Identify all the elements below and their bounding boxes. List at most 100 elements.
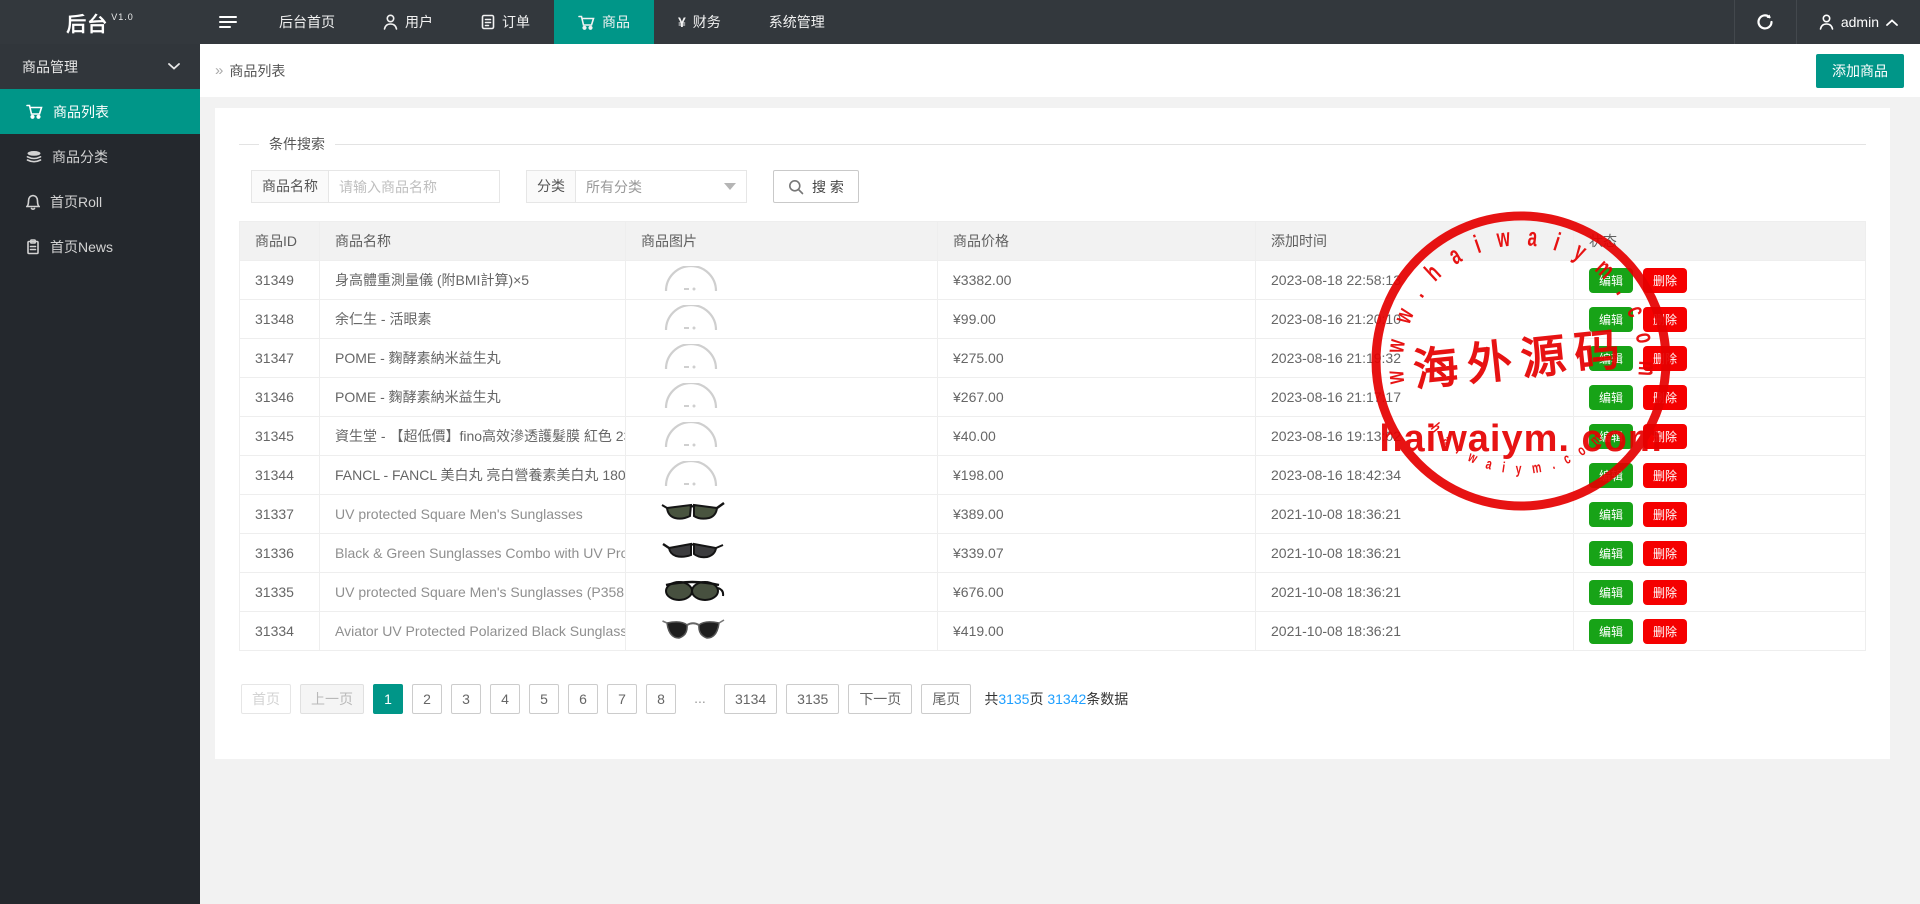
search-legend: 条件搜索 [259, 134, 335, 154]
cell-product-price: ¥198.00 [938, 456, 1256, 495]
delete-button[interactable]: 删除 [1643, 307, 1687, 332]
breadcrumb: » 商品列表 [215, 61, 285, 81]
delete-button[interactable]: 删除 [1643, 346, 1687, 371]
cell-product-price: ¥40.00 [938, 417, 1256, 456]
cell-added-time: 2023-08-16 21:19:32 [1256, 339, 1574, 378]
column-header: 商品ID [240, 222, 320, 261]
cell-actions: 编辑删除 [1574, 495, 1866, 534]
add-product-button[interactable]: 添加商品 [1816, 54, 1904, 88]
cell-product-id: 31349 [240, 261, 320, 300]
edit-button[interactable]: 编辑 [1589, 424, 1633, 449]
cell-added-time: 2021-10-08 18:36:21 [1256, 612, 1574, 651]
nav-item-label: 商品 [602, 12, 630, 32]
product-image [661, 461, 922, 489]
pagination-button-1[interactable]: 1 [373, 684, 403, 714]
chevron-up-icon [1886, 19, 1898, 26]
category-selected-value: 所有分类 [586, 177, 642, 197]
nav-item-系统管理[interactable]: 系统管理 [745, 0, 849, 44]
pagination-button-3135[interactable]: 3135 [786, 684, 839, 714]
user-icon [1819, 14, 1834, 30]
pagination-button-上一页[interactable]: 上一页 [300, 684, 364, 714]
nav-item-用户[interactable]: 用户 [359, 0, 457, 44]
pagination-button-首页[interactable]: 首页 [241, 684, 291, 714]
refresh-button[interactable] [1734, 0, 1796, 44]
delete-button[interactable]: 删除 [1643, 502, 1687, 527]
product-table: 商品ID商品名称商品图片商品价格添加时间状态 31349身高體重測量儀 (附BM… [239, 221, 1866, 651]
hamburger-icon [219, 15, 237, 29]
sidebar-collapse-button[interactable] [200, 0, 255, 44]
pagination-button-3[interactable]: 3 [451, 684, 481, 714]
product-image [661, 266, 922, 294]
edit-button[interactable]: 编辑 [1589, 463, 1633, 488]
edit-button[interactable]: 编辑 [1589, 268, 1633, 293]
pagination-summary: 共3135页 31342条数据 [984, 689, 1128, 709]
sidebar-group-product-management[interactable]: 商品管理 [0, 44, 200, 89]
edit-button[interactable]: 编辑 [1589, 619, 1633, 644]
cart-icon [578, 15, 595, 30]
product-image [661, 422, 922, 450]
cell-product-id: 31346 [240, 378, 320, 417]
nav-item-订单[interactable]: 订单 [457, 0, 554, 44]
topbar-right: admin [1734, 0, 1920, 44]
pagination-button-7[interactable]: 7 [607, 684, 637, 714]
pagination-button-6[interactable]: 6 [568, 684, 598, 714]
user-icon [383, 14, 398, 30]
edit-button[interactable]: 编辑 [1589, 502, 1633, 527]
breadcrumb-arrow-icon: » [215, 62, 223, 79]
edit-button[interactable]: 编辑 [1589, 580, 1633, 605]
delete-button[interactable]: 删除 [1643, 385, 1687, 410]
cell-added-time: 2021-10-08 18:36:21 [1256, 495, 1574, 534]
edit-button[interactable]: 编辑 [1589, 346, 1633, 371]
category-select[interactable]: 所有分类 [575, 170, 747, 203]
cell-product-id: 31347 [240, 339, 320, 378]
sidebar-item-首页Roll[interactable]: 首页Roll [0, 179, 200, 224]
sidebar-item-首页News[interactable]: 首页News [0, 224, 200, 269]
search-icon [788, 179, 804, 195]
nav-item-后台首页[interactable]: 后台首页 [255, 0, 359, 44]
nav-item-财务[interactable]: ¥财务 [654, 0, 745, 44]
cell-product-price: ¥676.00 [938, 573, 1256, 612]
cell-product-name: POME - 麴酵素納米益生丸 [320, 339, 626, 378]
edit-button[interactable]: 编辑 [1589, 307, 1633, 332]
delete-button[interactable]: 删除 [1643, 580, 1687, 605]
doc-icon [481, 14, 495, 30]
nav-item-商品[interactable]: 商品 [554, 0, 654, 44]
edit-button[interactable]: 编辑 [1589, 541, 1633, 566]
cell-product-image [626, 495, 938, 534]
sidebar-item-商品列表[interactable]: 商品列表 [0, 89, 200, 134]
admin-menu[interactable]: admin [1796, 0, 1920, 44]
delete-button[interactable]: 删除 [1643, 541, 1687, 566]
app-logo: 后台 V1.0 [0, 0, 200, 44]
sidebar-item-label: 商品列表 [53, 102, 109, 122]
pagination-button-4[interactable]: 4 [490, 684, 520, 714]
nav-item-label: 财务 [693, 12, 721, 32]
column-header: 商品名称 [320, 222, 626, 261]
delete-button[interactable]: 删除 [1643, 268, 1687, 293]
pagination-button-下一页[interactable]: 下一页 [848, 684, 912, 714]
cell-product-name: UV protected Square Men's Sunglasses [320, 495, 626, 534]
bell-icon [26, 194, 40, 210]
product-image [661, 539, 922, 567]
pagination-button-尾页[interactable]: 尾页 [921, 684, 971, 714]
search-button[interactable]: 搜 索 [773, 170, 859, 203]
pagination-button-3134[interactable]: 3134 [724, 684, 777, 714]
sidebar-items: 商品列表商品分类首页Roll首页News [0, 89, 200, 269]
total-records: 31342 [1047, 691, 1086, 707]
table-row: 31346POME - 麴酵素納米益生丸¥267.002023-08-16 21… [240, 378, 1866, 417]
edit-button[interactable]: 编辑 [1589, 385, 1633, 410]
product-name-input[interactable] [328, 170, 500, 203]
sidebar-item-商品分类[interactable]: 商品分类 [0, 134, 200, 179]
delete-button[interactable]: 删除 [1643, 619, 1687, 644]
cell-product-price: ¥389.00 [938, 495, 1256, 534]
pagination-button-2[interactable]: 2 [412, 684, 442, 714]
search-fieldset: 条件搜索 [239, 134, 1866, 154]
topbar: 后台 V1.0 后台首页用户订单 商品 ¥财务系统管理 admin [0, 0, 1920, 44]
product-image [661, 344, 922, 372]
delete-button[interactable]: 删除 [1643, 463, 1687, 488]
delete-button[interactable]: 删除 [1643, 424, 1687, 449]
cell-actions: 编辑删除 [1574, 573, 1866, 612]
pagination-button-8[interactable]: 8 [646, 684, 676, 714]
pagination-button-5[interactable]: 5 [529, 684, 559, 714]
cell-added-time: 2023-08-16 21:17:17 [1256, 378, 1574, 417]
pagination-ellipsis: ... [685, 684, 715, 714]
